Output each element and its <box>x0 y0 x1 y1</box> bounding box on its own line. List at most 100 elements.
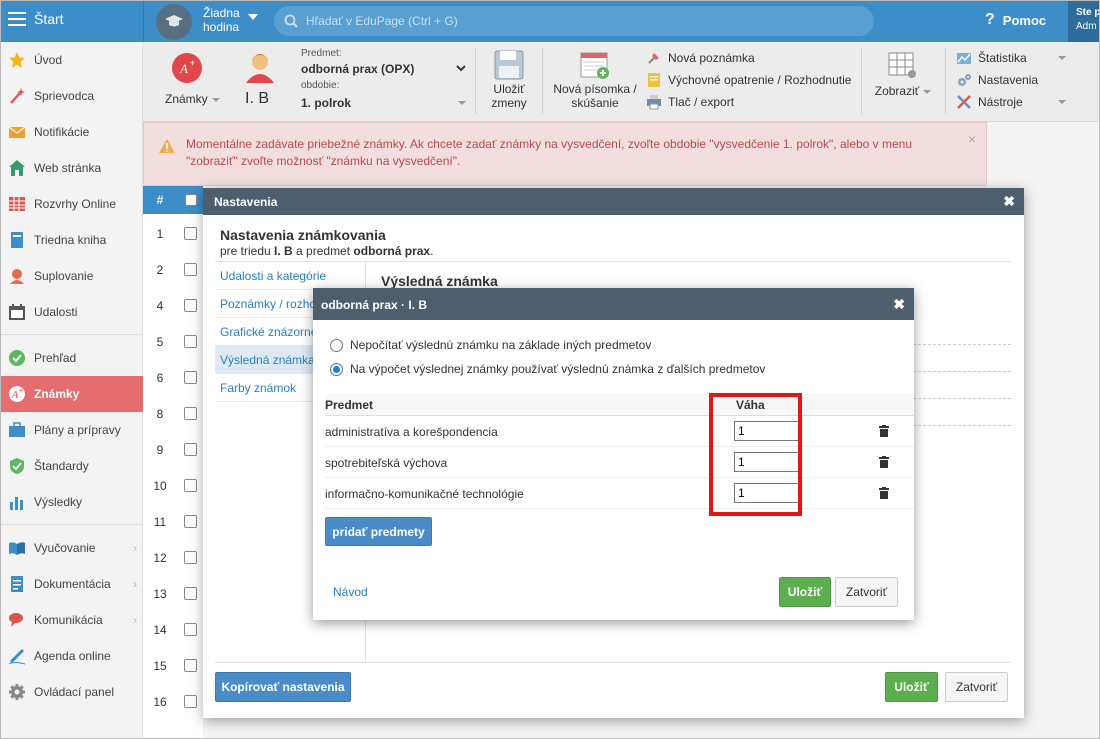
grades-menu-label[interactable]: Známky <box>165 92 220 106</box>
save-button[interactable]: Uložiť <box>885 672 938 702</box>
period-caption: obdobie: <box>301 80 340 91</box>
start-menu-button[interactable]: Štart <box>8 11 64 27</box>
subject-dialog-title: odborná prax · I. B <box>321 298 428 312</box>
sidebar-item-web[interactable]: Web stránka <box>0 150 143 186</box>
divider <box>903 344 1011 345</box>
trash-icon[interactable] <box>879 456 889 468</box>
sidebar-item-label: Známky <box>34 387 80 401</box>
row-checkbox[interactable] <box>184 263 197 276</box>
nav-events-categories[interactable]: Udalosti a kategórie <box>215 262 365 290</box>
sidebar-item-vyucovanie[interactable]: Vyučovanie › <box>0 530 143 566</box>
sidebar-item-dokumentacia[interactable]: Dokumentácia › <box>0 566 143 602</box>
subject-name: administratíva a korešpondencia <box>325 425 498 439</box>
column-number-header: # <box>156 193 164 207</box>
sidebar-item-triedna-kniha[interactable]: Triedna kniha <box>0 222 143 258</box>
sidebar-item-plany[interactable]: Plány a prípravy <box>0 412 143 448</box>
toolbar-divider <box>945 48 946 114</box>
bar-chart-icon <box>10 497 23 510</box>
star-icon <box>9 52 25 68</box>
disciplinary-measure-button[interactable]: Výchovné opatrenie / Rozhodnutie <box>646 72 851 88</box>
class-selector[interactable]: I. B <box>245 90 269 108</box>
sidebar-item-vysledky[interactable]: Výsledky <box>0 484 143 520</box>
row-checkbox[interactable] <box>184 551 197 564</box>
sidebar-item-agenda[interactable]: Agenda online <box>0 638 143 674</box>
radio-button-selected[interactable] <box>330 362 343 376</box>
row-checkbox[interactable] <box>184 407 197 420</box>
radio-button[interactable] <box>330 338 343 352</box>
new-exam-button[interactable]: Nová písomka / skúšanie <box>551 50 639 110</box>
row-checkbox[interactable] <box>184 587 197 600</box>
sidebar-item-label: Rozvrhy Online <box>34 197 117 211</box>
select-all-checkbox[interactable] <box>185 194 197 206</box>
new-note-button[interactable]: Nová poznámka <box>646 50 755 66</box>
trash-icon[interactable] <box>879 487 889 499</box>
row-number: 16 <box>153 695 167 709</box>
book-icon <box>11 232 23 248</box>
grid-view-icon <box>888 52 916 78</box>
close-button[interactable]: Zatvoriť <box>945 672 1008 702</box>
period-selector[interactable]: 1. polrok <box>301 96 466 110</box>
sidebar-item-sprievodca[interactable]: Sprievodca <box>0 78 143 114</box>
print-export-button[interactable]: Tlač / export <box>646 94 734 110</box>
pen-icon <box>8 648 26 665</box>
save-button[interactable]: Uložiť <box>779 577 831 607</box>
hour-selector[interactable]: Žiadna hodina <box>203 6 243 34</box>
row-checkbox[interactable] <box>184 695 197 708</box>
chevron-down-icon[interactable] <box>248 14 258 20</box>
sidebar-item-komunikacia[interactable]: Komunikácia › <box>0 602 143 638</box>
caret-down-icon <box>923 89 932 94</box>
close-button[interactable]: Zatvoriť <box>835 577 898 607</box>
search-input[interactable]: Hľadať v EduPage (Ctrl + G) <box>274 6 874 36</box>
row-checkbox[interactable] <box>184 659 197 672</box>
row-number: 4 <box>156 299 164 313</box>
warning-icon <box>159 139 175 153</box>
sidebar-item-ovladaci-panel[interactable]: Ovládací panel <box>0 674 143 710</box>
close-icon[interactable]: ✖ <box>893 296 905 313</box>
sidebar-item-uvod[interactable]: Úvod <box>0 42 143 78</box>
help-link[interactable]: Návod <box>333 585 368 599</box>
printer-icon <box>647 95 661 110</box>
add-subjects-button[interactable]: pridať predmety <box>325 517 432 546</box>
tools-menu[interactable]: Nástroje <box>956 94 1066 110</box>
grade-icon: A + <box>9 386 25 402</box>
close-icon[interactable]: ✖ <box>1003 193 1015 210</box>
statistics-menu[interactable]: Štatistika <box>956 50 1066 66</box>
row-checkbox[interactable] <box>184 623 197 636</box>
sidebar-item-udalosti[interactable]: Udalosti <box>0 294 143 330</box>
class-label: I. B <box>245 90 270 107</box>
sidebar-item-znamky[interactable]: A + Známky <box>0 376 143 412</box>
row-number: 15 <box>153 659 167 673</box>
settings-menu[interactable]: Nastavenia <box>956 72 1066 88</box>
sidebar-item-standardy[interactable]: Štandardy <box>0 448 143 484</box>
view-menu-button[interactable]: Zobraziť <box>873 52 933 98</box>
new-note-label: Nová poznámka <box>668 51 755 65</box>
row-checkbox[interactable] <box>184 443 197 456</box>
sidebar-item-suplovanie[interactable]: Suplovanie <box>0 258 143 294</box>
sidebar-item-rozvrhy[interactable]: Rozvrhy Online <box>0 186 143 222</box>
subject-selector[interactable]: odborná prax (OPX) <box>301 62 466 76</box>
shield-icon <box>10 458 24 474</box>
sidebar-item-notifikacie[interactable]: Notifikácie <box>0 114 143 150</box>
help-button[interactable]: ? Pomoc <box>985 11 1046 29</box>
divider <box>903 425 1011 426</box>
row-number: 12 <box>153 551 167 565</box>
row-checkbox[interactable] <box>184 335 197 348</box>
option-do-not-calculate[interactable]: Nepočítať výslednú známku na základe iný… <box>330 338 651 352</box>
row-checkbox[interactable] <box>184 227 197 240</box>
graduation-cap-icon[interactable] <box>156 4 192 40</box>
row-checkbox[interactable] <box>184 515 197 528</box>
statistics-icon <box>957 53 971 64</box>
copy-settings-button[interactable]: Kopírovať nastavenia <box>215 672 351 702</box>
user-menu[interactable]: Ste p Adm <box>1068 0 1100 42</box>
sidebar-item-prehlad[interactable]: Prehľad <box>0 340 143 376</box>
save-changes-button[interactable]: Uložiť zmeny <box>487 50 531 110</box>
open-book-icon <box>9 542 25 555</box>
sidebar-item-label: Štandardy <box>34 459 89 473</box>
row-checkbox[interactable] <box>184 371 197 384</box>
row-checkbox[interactable] <box>184 299 197 312</box>
grades-menu-button[interactable]: A + <box>165 52 209 84</box>
option-use-other-subjects[interactable]: Na výpočet výslednej známky používať výs… <box>330 362 765 376</box>
row-checkbox[interactable] <box>184 479 197 492</box>
trash-icon[interactable] <box>879 425 889 437</box>
close-icon[interactable]: × <box>968 131 976 148</box>
